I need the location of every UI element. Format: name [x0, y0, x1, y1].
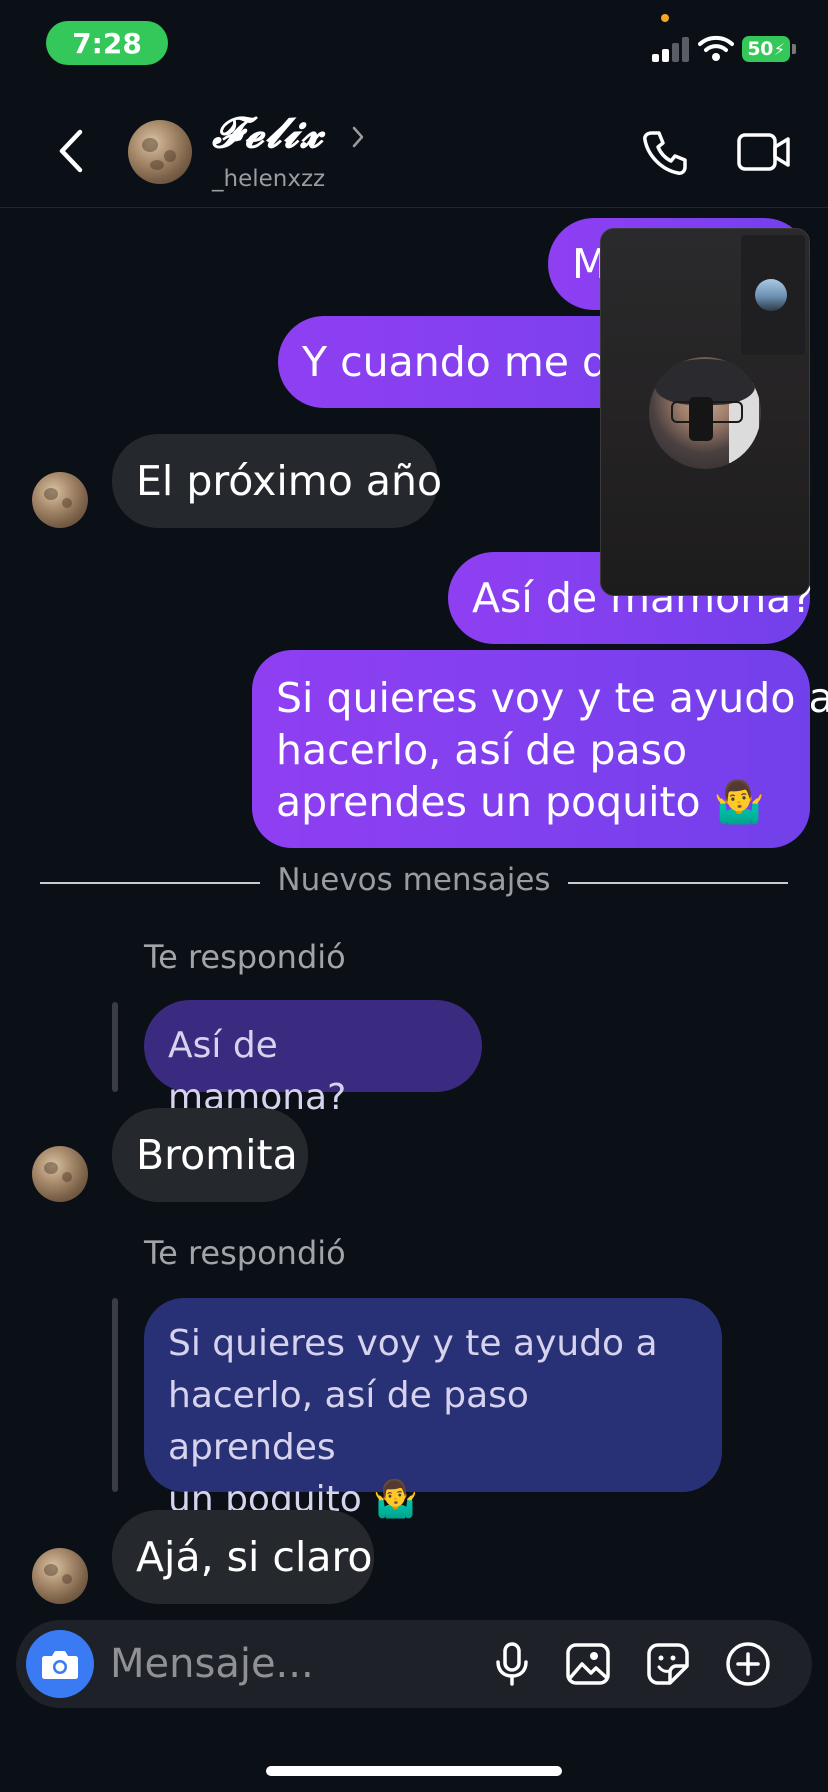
chevron-left-icon[interactable]: [50, 126, 90, 176]
message-line: Si quieres voy y te ayudo a: [276, 674, 828, 722]
divider-line-right: [568, 882, 788, 884]
privacy-indicator-dot: [661, 14, 669, 22]
battery-tip: [792, 44, 796, 54]
plus-icon[interactable]: [724, 1640, 772, 1688]
header-avatar[interactable]: [128, 120, 192, 184]
reply-bar: [112, 1002, 118, 1092]
chevron-right-icon[interactable]: [350, 122, 366, 152]
camera-button[interactable]: [26, 1630, 94, 1698]
camera-icon: [42, 1651, 78, 1679]
reply-bar: [112, 1298, 118, 1492]
battery-indicator: 50 ⚡: [742, 36, 790, 62]
message-avatar[interactable]: [32, 472, 88, 528]
sticker-icon[interactable]: [644, 1640, 692, 1688]
message-outgoing[interactable]: Si quieres voy y te ayudo a hacerlo, así…: [252, 650, 828, 848]
video-call-pip[interactable]: [600, 228, 810, 596]
wifi-icon: [698, 35, 734, 61]
quote-line: Si quieres voy y te ayudo a: [168, 1323, 658, 1364]
video-icon[interactable]: [736, 130, 792, 174]
message-incoming[interactable]: Bromita: [112, 1108, 308, 1202]
message-input[interactable]: [110, 1636, 470, 1692]
replied-label: Te respondió: [144, 938, 346, 976]
contact-username[interactable]: _helenxzz: [212, 166, 325, 192]
phone-icon[interactable]: [640, 128, 690, 178]
home-indicator[interactable]: [266, 1766, 562, 1776]
microphone-icon[interactable]: [488, 1640, 536, 1688]
pip-small-avatar: [755, 279, 787, 311]
quoted-message[interactable]: Si quieres voy y te ayudo a hacerlo, así…: [144, 1298, 722, 1520]
image-icon[interactable]: [564, 1640, 612, 1688]
message-incoming[interactable]: Ajá, si claro: [112, 1510, 374, 1604]
pip-caller-avatar: [649, 357, 761, 469]
message-incoming[interactable]: El próximo año: [112, 434, 442, 528]
header-divider: [0, 207, 828, 208]
new-messages-divider: Nuevos mensajes: [277, 862, 551, 898]
message-avatar[interactable]: [32, 1548, 88, 1604]
contact-name[interactable]: 𝓕𝓮𝓵𝓲𝔁: [212, 108, 325, 158]
quote-line: hacerlo, así de paso aprendes: [168, 1375, 529, 1468]
status-time: 7:28: [46, 21, 168, 65]
replied-label: Te respondió: [144, 1234, 346, 1272]
message-line: aprendes un poquito 🤷‍♂️: [276, 778, 765, 826]
quoted-message[interactable]: Así de mamona?: [144, 1000, 482, 1118]
message-line: hacerlo, así de paso: [276, 726, 688, 774]
message-avatar[interactable]: [32, 1146, 88, 1202]
battery-level: 50: [747, 38, 773, 60]
charging-bolt-icon: ⚡: [773, 39, 785, 59]
signal-icon: [652, 36, 690, 62]
